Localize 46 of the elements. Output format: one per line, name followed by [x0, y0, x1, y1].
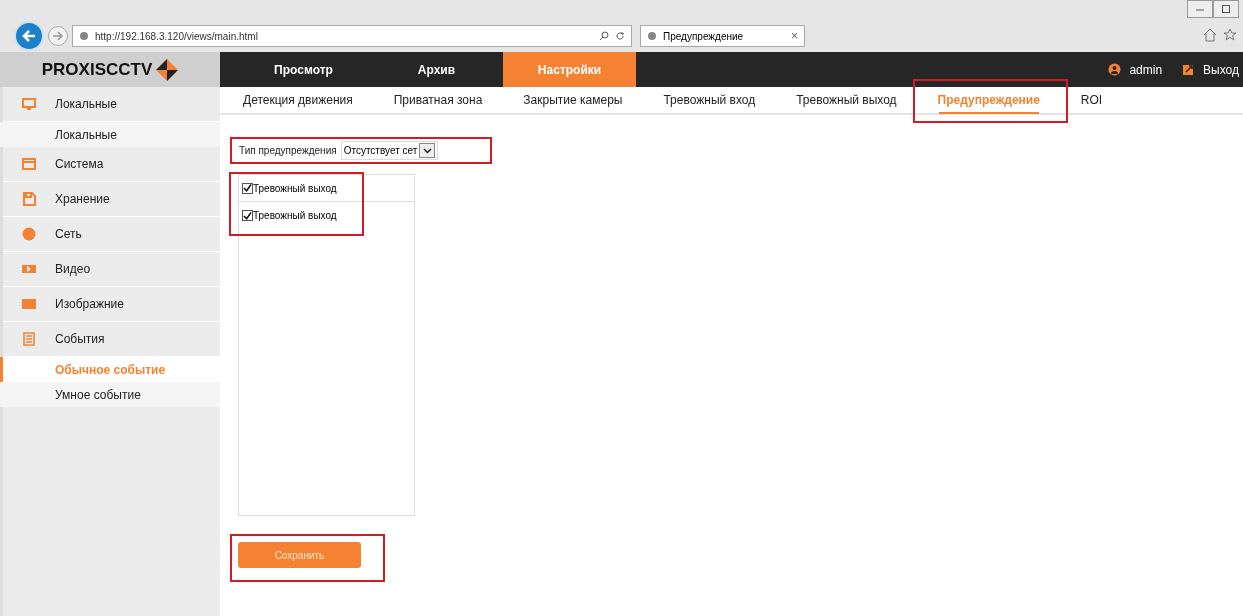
- logo-icon: [156, 58, 179, 81]
- refresh-icon[interactable]: [615, 31, 625, 41]
- settings-tab[interactable]: Закрытие камеры: [504, 86, 642, 114]
- settings-tab[interactable]: Приватная зона: [374, 86, 502, 114]
- sidebar-subitem[interactable]: Локальные: [0, 122, 220, 147]
- minimize-icon: [1195, 6, 1205, 12]
- checkbox[interactable]: [242, 210, 253, 221]
- output-checkbox-row[interactable]: Тревожный выход: [239, 175, 414, 202]
- nav-tab[interactable]: Архив: [370, 52, 503, 87]
- user-link[interactable]: admin: [1108, 62, 1163, 77]
- maximize-icon: [1221, 4, 1231, 14]
- sidebar-item[interactable]: Система: [3, 147, 220, 182]
- alert-type-select[interactable]: Отсутствует сет: [340, 141, 439, 160]
- sidebar-item[interactable]: Сеть: [3, 217, 220, 252]
- document-icon: [21, 331, 37, 347]
- settings-tab[interactable]: Тревожный вход: [644, 86, 775, 114]
- logout-link[interactable]: Выход: [1182, 62, 1239, 77]
- field-label: Тип предупреждения: [238, 145, 338, 156]
- monitor-icon: [21, 96, 37, 112]
- sidebar-item[interactable]: Хранение: [3, 182, 220, 217]
- settings-tab[interactable]: Детекция движения: [224, 86, 372, 114]
- sidebar-item[interactable]: Изображние: [3, 287, 220, 322]
- address-field[interactable]: http://192.168.3.120/views/main.html: [72, 25, 632, 47]
- search-icon[interactable]: [599, 31, 609, 41]
- sidebar-item[interactable]: Видео: [3, 252, 220, 287]
- dropdown-button[interactable]: [419, 143, 436, 158]
- sidebar-subitem[interactable]: Умное событие: [0, 382, 220, 407]
- url-text: http://192.168.3.120/views/main.html: [95, 30, 259, 42]
- close-tab-button[interactable]: ×: [791, 29, 798, 43]
- settings-tab[interactable]: ROI: [1061, 86, 1122, 114]
- arrow-right-icon: [52, 30, 64, 42]
- browser-tab[interactable]: Предупреждение ×: [640, 25, 805, 47]
- user-icon: [1108, 63, 1122, 76]
- nav-tab[interactable]: Просмотр: [237, 52, 370, 87]
- exit-icon: [1182, 63, 1196, 76]
- window-icon: [21, 156, 37, 172]
- output-checkbox-row[interactable]: Тревожный выход: [239, 202, 414, 229]
- settings-tab[interactable]: Тревожный выход: [777, 86, 916, 114]
- maximize-button[interactable]: [1213, 0, 1239, 18]
- checkbox[interactable]: [242, 182, 253, 194]
- arrow-left-icon: [21, 28, 37, 44]
- logo-text: PROXISCCTV: [41, 59, 153, 80]
- star-icon[interactable]: [1223, 28, 1237, 42]
- chevron-down-icon: [422, 147, 432, 154]
- home-icon[interactable]: [1203, 28, 1217, 42]
- back-button[interactable]: [14, 21, 44, 51]
